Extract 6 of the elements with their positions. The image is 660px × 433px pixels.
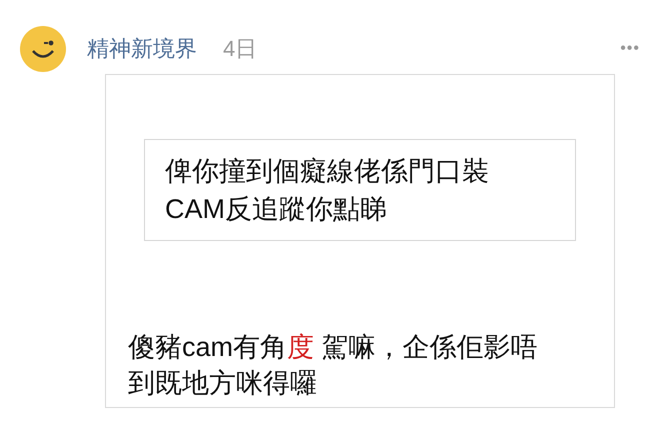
post-time: 4日	[223, 35, 258, 63]
quoted-text: 俾你撞到個癡線佬係門口裝 CAM反追蹤你點睇	[144, 139, 576, 241]
author-name[interactable]: 精神新境界	[87, 34, 197, 64]
avatar-icon[interactable]	[20, 26, 66, 72]
reply-text: 傻豬cam有角 度 駕嘛，企係佢影唔 到既地方咪得囉	[128, 331, 539, 400]
more-icon[interactable]: •••	[620, 40, 640, 58]
